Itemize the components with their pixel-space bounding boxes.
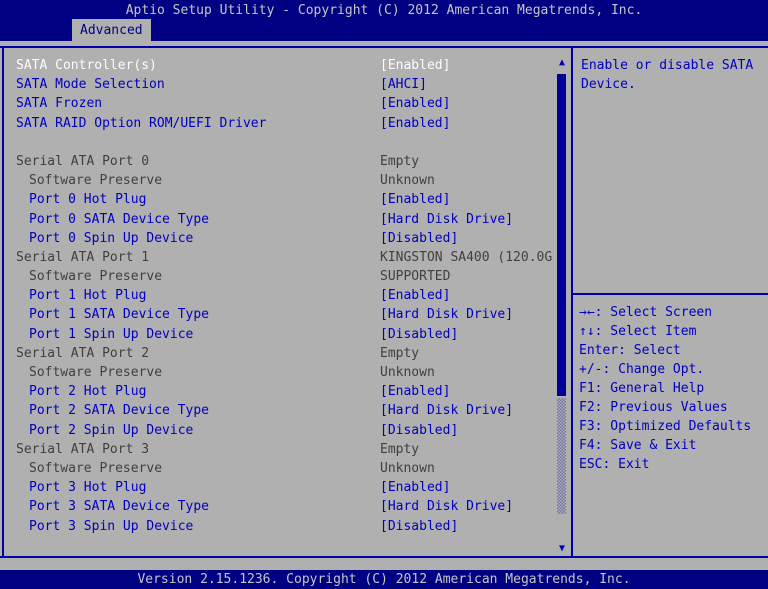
menu-item-value: Unknown (380, 171, 435, 190)
menu-item-label: Port 1 SATA Device Type (16, 305, 209, 324)
menu-item-label: Port 0 Hot Plug (16, 190, 146, 209)
menu-item-label: Serial ATA Port 2 (16, 344, 149, 363)
menu-row: Software Preserve SUPPORTED (16, 267, 554, 286)
menu-item-value: Empty (380, 440, 419, 459)
menu-item-label: Port 3 SATA Device Type (16, 497, 209, 516)
legend-item: →←: Select Screen (579, 303, 767, 322)
menu-item-value: [Hard Disk Drive] (380, 210, 513, 229)
menu-item-value: [Disabled] (380, 229, 458, 248)
menu-row: Software Preserve Unknown (16, 459, 554, 478)
menu-item-value: [Enabled] (380, 382, 450, 401)
legend-item: F2: Previous Values (579, 398, 767, 417)
legend-item: ESC: Exit (579, 455, 767, 474)
menu-item-value: [Disabled] (380, 421, 458, 440)
menu-item-value: [Enabled] (380, 190, 450, 209)
legend-item: ↑↓: Select Item (579, 322, 767, 341)
menu-item-label: Software Preserve (16, 459, 162, 478)
menu-row[interactable]: SATA Frozen [Enabled] (16, 94, 554, 113)
menu-item-label: Serial ATA Port 0 (16, 152, 149, 171)
menu-row: Serial ATA Port 0 Empty (16, 152, 554, 171)
menu-item-value: Empty (380, 152, 419, 171)
menu-row[interactable]: Port 0 Hot Plug [Enabled] (16, 190, 554, 209)
menu-row: Serial ATA Port 3 Empty (16, 440, 554, 459)
menu-row[interactable]: SATA Mode Selection [AHCI] (16, 75, 554, 94)
scrollbar-track[interactable] (557, 398, 566, 514)
menu-item-label: Serial ATA Port 1 (16, 248, 149, 267)
menu-row[interactable]: Port 2 Spin Up Device [Disabled] (16, 421, 554, 440)
menu-row[interactable]: Port 3 Hot Plug [Enabled] (16, 478, 554, 497)
key-legend: →←: Select Screen↑↓: Select ItemEnter: S… (579, 303, 767, 474)
menu-item-label: Port 0 Spin Up Device (16, 229, 193, 248)
content-top-border (0, 46, 768, 48)
menu-item-value: [Hard Disk Drive] (380, 401, 513, 420)
scroll-down-icon[interactable]: ▼ (555, 544, 569, 554)
menu-spacer (16, 133, 554, 152)
menu-item-label: Port 2 Hot Plug (16, 382, 146, 401)
menu-item-value: [Hard Disk Drive] (380, 305, 513, 324)
menu-row[interactable]: Port 3 Spin Up Device [Disabled] (16, 517, 554, 536)
menu-item-label: Software Preserve (16, 267, 162, 286)
menu-item-value: [Enabled] (380, 114, 450, 133)
menu-item-value: [Disabled] (380, 517, 458, 536)
help-text: Enable or disable SATA Device. (581, 56, 763, 94)
menu-item-label: SATA Frozen (16, 94, 102, 113)
bios-setup-screen: Aptio Setup Utility - Copyright (C) 2012… (0, 0, 768, 589)
panel-divider (571, 48, 573, 556)
menu-item-label: Port 3 Spin Up Device (16, 517, 193, 536)
tab-advanced[interactable]: Advanced (72, 19, 151, 41)
content-left-border (2, 48, 4, 556)
menu-item-value: Unknown (380, 363, 435, 382)
menu-row[interactable]: Port 2 SATA Device Type [Hard Disk Drive] (16, 401, 554, 420)
scrollbar[interactable]: ▲ ▼ (555, 50, 569, 556)
menu-item-label: SATA RAID Option ROM/UEFI Driver (16, 114, 266, 133)
legend-item: F4: Save & Exit (579, 436, 767, 455)
version-bar: Version 2.15.1236. Copyright (C) 2012 Am… (0, 570, 768, 589)
scroll-up-icon[interactable]: ▲ (555, 58, 569, 68)
menu-row: Serial ATA Port 1 KINGSTON SA400 (120.0G (16, 248, 554, 267)
menu-item-value: [Hard Disk Drive] (380, 497, 513, 516)
menu-item-value: Empty (380, 344, 419, 363)
menu-item-value: SUPPORTED (380, 267, 450, 286)
menu-row: Serial ATA Port 2 Empty (16, 344, 554, 363)
menu-row: Software Preserve Unknown (16, 363, 554, 382)
legend-item: F1: General Help (579, 379, 767, 398)
menu-item-value: Unknown (380, 459, 435, 478)
menu-item-label: Serial ATA Port 3 (16, 440, 149, 459)
content-bottom-border (0, 556, 768, 558)
menu-item-label: SATA Mode Selection (16, 75, 165, 94)
menu-row[interactable]: Port 1 Spin Up Device [Disabled] (16, 325, 554, 344)
menu-item-label: Port 2 Spin Up Device (16, 421, 193, 440)
menu-item-value: [AHCI] (380, 75, 427, 94)
menu-row[interactable]: Port 3 SATA Device Type [Hard Disk Drive] (16, 497, 554, 516)
legend-item: F3: Optimized Defaults (579, 417, 767, 436)
menu-item-value: [Enabled] (380, 286, 450, 305)
menu-row[interactable]: SATA Controller(s) [Enabled] (16, 56, 554, 75)
menu-row[interactable]: Port 1 Hot Plug [Enabled] (16, 286, 554, 305)
menu-item-value: [Disabled] (380, 325, 458, 344)
menu-item-label: Port 3 Hot Plug (16, 478, 146, 497)
help-legend-separator (573, 293, 768, 295)
menu-row[interactable]: Port 0 SATA Device Type [Hard Disk Drive] (16, 210, 554, 229)
menu-item-label: Port 2 SATA Device Type (16, 401, 209, 420)
legend-item: Enter: Select (579, 341, 767, 360)
scrollbar-thumb[interactable] (557, 74, 566, 396)
menu-item-label: Software Preserve (16, 363, 162, 382)
menu-row[interactable]: Port 2 Hot Plug [Enabled] (16, 382, 554, 401)
menu-row[interactable]: SATA RAID Option ROM/UEFI Driver [Enabled… (16, 114, 554, 133)
legend-item: +/-: Change Opt. (579, 360, 767, 379)
menu-item-value: [Enabled] (380, 56, 450, 75)
menu-row[interactable]: Port 0 Spin Up Device [Disabled] (16, 229, 554, 248)
menu-item-label: Port 0 SATA Device Type (16, 210, 209, 229)
menu-row[interactable]: Port 1 SATA Device Type [Hard Disk Drive] (16, 305, 554, 324)
menu-item-value: [Enabled] (380, 478, 450, 497)
menu-item-label: Port 1 Hot Plug (16, 286, 146, 305)
app-title: Aptio Setup Utility - Copyright (C) 2012… (0, 1, 768, 20)
menu-item-label: SATA Controller(s) (16, 56, 157, 75)
menu-item-value: [Enabled] (380, 94, 450, 113)
menu-item-label: Port 1 Spin Up Device (16, 325, 193, 344)
menu-item-value: KINGSTON SA400 (120.0G (380, 248, 552, 267)
menu-row: Software Preserve Unknown (16, 171, 554, 190)
menu-list: SATA Controller(s)[Enabled]SATA Mode Sel… (16, 56, 554, 536)
menu-item-label: Software Preserve (16, 171, 162, 190)
